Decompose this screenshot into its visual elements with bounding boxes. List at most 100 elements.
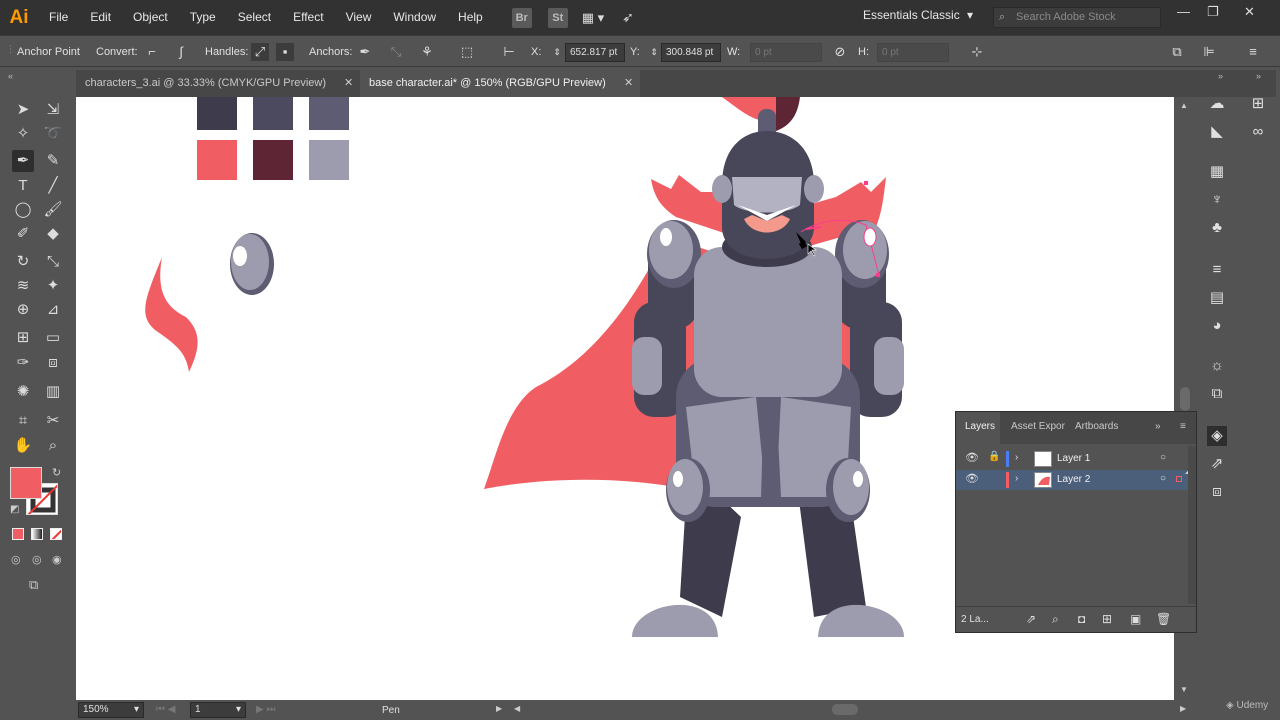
puppet-warp-tool-icon[interactable]: ✦ [42, 275, 64, 297]
hide-handles-icon[interactable]: ▪ [276, 43, 294, 61]
libraries-icon[interactable]: ☁ [1207, 94, 1227, 114]
ellipse-tool-icon[interactable]: ◯ [12, 199, 34, 221]
x-stepper-icon[interactable]: ⇕ [548, 43, 566, 61]
draw-behind-icon[interactable]: ◎ [32, 553, 42, 566]
locate-object-icon[interactable]: ⌕ [1052, 612, 1059, 627]
type-tool-icon[interactable]: T [12, 175, 34, 197]
select-similar-icon[interactable]: ⬚ [458, 43, 476, 61]
color-mode-button[interactable] [12, 528, 24, 540]
tab-close-icon[interactable]: ✕ [624, 70, 633, 97]
tab-base-character[interactable]: base character.ai* @ 150% (RGB/GPU Previ… [360, 70, 640, 97]
target-circle-icon[interactable]: ○ [1160, 452, 1166, 463]
symbol-sprayer-tool-icon[interactable]: ✺ [12, 381, 34, 403]
menu-select[interactable]: Select [227, 0, 282, 35]
transparency-icon[interactable]: ◕ [1207, 316, 1227, 336]
symbols-icon[interactable]: ♣ [1207, 218, 1227, 238]
search-stock-input[interactable]: ⌕ Search Adobe Stock [993, 7, 1161, 28]
w-field[interactable]: 0 pt [750, 43, 822, 62]
arrange-documents-icon[interactable]: ▦ ▾ [582, 10, 604, 26]
menu-window[interactable]: Window [382, 0, 447, 35]
visibility-eye-icon[interactable]: 👁 [965, 472, 979, 485]
target-circle-icon[interactable]: ○ [1160, 473, 1166, 484]
transform-icon[interactable]: ⊹ [968, 43, 986, 61]
fill-swatch[interactable] [10, 467, 42, 499]
zoom-select[interactable]: 150% ▾ [78, 702, 144, 718]
cut-path-icon[interactable]: ⚘ [418, 43, 436, 61]
align-icon[interactable]: ⊢ [500, 43, 518, 61]
properties-icon[interactable]: ◣ [1207, 122, 1227, 142]
tab-asset-export[interactable]: Asset Expor [1011, 421, 1065, 432]
x-field[interactable]: 652.817 pt [565, 43, 625, 62]
appearance-icon[interactable]: ☼ [1207, 356, 1227, 376]
tab-artboards[interactable]: Artboards [1075, 421, 1118, 432]
gpu-rocket-icon[interactable]: ➶ [622, 9, 634, 26]
scroll-left-icon[interactable]: ◀ [514, 704, 520, 713]
make-clipping-mask-icon[interactable]: ◘ [1078, 612, 1085, 626]
line-tool-icon[interactable]: ╱ [42, 175, 64, 197]
layer-row[interactable]: 👁 🔒 › Layer 1 ○ [956, 449, 1188, 469]
menu-view[interactable]: View [335, 0, 383, 35]
menu-edit[interactable]: Edit [79, 0, 122, 35]
workspace-switcher[interactable]: Essentials Classic ▾ [863, 8, 973, 22]
menu-help[interactable]: Help [447, 0, 494, 35]
last-artboard-icon[interactable]: ▶ ⏭ [256, 704, 275, 715]
brushes-icon[interactable]: ♆ [1207, 190, 1227, 210]
layer-row[interactable]: 👁 › Layer 2 ○ [956, 470, 1188, 490]
show-handles-icon[interactable]: ⤢ [251, 43, 269, 61]
convert-smooth-icon[interactable]: ∫ [172, 43, 190, 61]
scroll-right-icon[interactable]: ▶ [1180, 704, 1186, 713]
css-properties-icon[interactable]: ⊞ [1248, 94, 1268, 114]
eyedropper-tool-icon[interactable]: ✑ [12, 352, 34, 374]
panel-menu-icon[interactable]: ≡ [1180, 421, 1186, 432]
menu-object[interactable]: Object [122, 0, 179, 35]
swap-fill-stroke-icon[interactable]: ↻ [52, 466, 61, 479]
artboard-select[interactable]: 1 ▾ [190, 702, 246, 718]
paintbrush-tool-icon[interactable]: 🖌 [42, 199, 64, 221]
none-mode-button[interactable] [50, 528, 62, 540]
slice-tool-icon[interactable]: ✂ [42, 410, 64, 432]
new-sublayer-icon[interactable]: ⊞ [1102, 612, 1112, 626]
mesh-tool-icon[interactable]: ⊞ [12, 327, 34, 349]
menu-effect[interactable]: Effect [282, 0, 334, 35]
gradient-icon[interactable]: ▤ [1207, 288, 1227, 308]
artboards-icon[interactable]: ⧈ [1207, 482, 1227, 502]
layer-name[interactable]: Layer 2 [1057, 474, 1090, 485]
selection-indicator[interactable] [1176, 476, 1182, 482]
y-field[interactable]: 300.848 pt [661, 43, 721, 62]
bridge-button[interactable]: Br [511, 7, 532, 28]
h-field[interactable]: 0 pt [877, 43, 949, 62]
stock-button[interactable]: St [547, 7, 568, 28]
menu-file[interactable]: File [38, 0, 79, 35]
shaper-tool-icon[interactable]: ✐ [12, 223, 34, 245]
rotate-tool-icon[interactable]: ↻ [12, 251, 34, 273]
lock-icon[interactable]: 🔒 [988, 451, 1000, 462]
menu-type[interactable]: Type [179, 0, 227, 35]
screen-mode-icon[interactable]: ⧉ [29, 577, 38, 593]
export-layer-icon[interactable]: ⇗ [1026, 612, 1036, 626]
selection-tool-icon[interactable]: ➤ [12, 99, 34, 121]
blend-tool-icon[interactable]: ⧈ [42, 352, 64, 374]
lasso-tool-icon[interactable]: ➰ [42, 123, 64, 145]
tab-close-icon[interactable]: ✕ [344, 70, 353, 97]
pen-tool-icon[interactable]: ✒ [12, 150, 34, 172]
eraser-tool-icon[interactable]: ◆ [42, 223, 64, 245]
collapse-icon[interactable]: « [8, 71, 13, 81]
curvature-tool-icon[interactable]: ✎ [42, 150, 64, 172]
perspective-grid-tool-icon[interactable]: ⊿ [42, 299, 64, 321]
new-layer-icon[interactable]: ▣ [1130, 612, 1141, 626]
remove-anchor-icon[interactable]: ✒ [356, 43, 374, 61]
panel-menu-icon[interactable]: ≡ [1244, 43, 1262, 61]
scroll-down-icon[interactable]: ▼ [1180, 685, 1188, 694]
graphic-styles-icon[interactable]: ⧉ [1207, 384, 1227, 404]
collapse-dock-icon[interactable]: » [1256, 71, 1261, 81]
shape-builder-tool-icon[interactable]: ⊕ [12, 299, 34, 321]
expand-layer-icon[interactable]: › [1015, 473, 1018, 484]
default-colors-icon[interactable]: ◩ [10, 504, 19, 515]
draw-inside-icon[interactable]: ◉ [52, 553, 62, 566]
collapse-dock-icon[interactable]: » [1218, 71, 1223, 81]
layers-scrollbar[interactable] [1188, 446, 1196, 604]
layers-icon[interactable]: ◈ [1207, 426, 1227, 446]
magic-wand-tool-icon[interactable]: ✧ [12, 123, 34, 145]
color-guide-icon[interactable]: ▦ [1207, 162, 1227, 182]
gradient-mode-button[interactable] [31, 528, 43, 540]
